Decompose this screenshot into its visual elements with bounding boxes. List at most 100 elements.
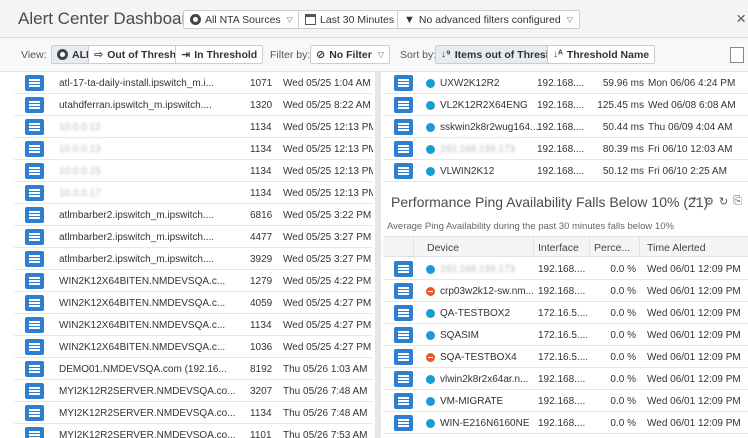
details-icon[interactable] — [394, 75, 413, 91]
details-icon[interactable] — [394, 163, 413, 179]
table-row[interactable]: VLWIN2K12 192.168.... 50.12 ms Fri 06/10 2:… — [383, 160, 748, 182]
table-row[interactable]: WIN2K12X64BITEN.NMDEVSQA.c... 1134 Wed 05/… — [14, 314, 373, 336]
advanced-filters-dropdown[interactable]: ▼ No advanced filters configured ▽ — [397, 10, 580, 29]
table-row[interactable]: SQASIM 172.16.5.... 0.0 % Wed 06/01 12:09 P… — [383, 324, 748, 346]
row-time: Wed 05/25 4:27 PM — [283, 320, 372, 331]
row-device: VL2K12R2X64ENG — [440, 100, 528, 111]
table-row[interactable]: QA-TESTBOX2 172.16.5.... 0.0 % Wed 06/01 12… — [383, 302, 748, 324]
table-row[interactable]: WIN2K12X64BITEN.NMDEVSQA.c... 1279 Wed 05/… — [14, 270, 373, 292]
table-row[interactable]: 10.0.0.15 1134 Wed 05/25 12:13 PM — [14, 160, 373, 182]
row-interface: 172.16.5.... — [538, 308, 589, 319]
details-icon[interactable] — [394, 327, 413, 343]
details-icon[interactable] — [25, 163, 44, 179]
details-icon[interactable] — [394, 283, 413, 299]
refresh-icon[interactable]: ↻ — [719, 195, 728, 208]
details-icon[interactable] — [25, 97, 44, 113]
details-icon[interactable] — [394, 97, 413, 113]
row-value: 0.0 % — [610, 396, 636, 407]
details-icon[interactable] — [25, 251, 44, 267]
details-icon[interactable] — [394, 415, 413, 431]
details-icon[interactable] — [25, 273, 44, 289]
status-up-icon — [426, 167, 435, 176]
table-row[interactable]: atlmbarber2.ipswitch_m.ipswitch.... 4477 W… — [14, 226, 373, 248]
table-row[interactable]: MYI2K12R2SERVER.NMDEVSQA.co... 3207 Thu 05… — [14, 380, 373, 402]
details-icon[interactable] — [25, 295, 44, 311]
row-device: VLWIN2K12 — [440, 166, 495, 177]
row-value: 0.0 % — [610, 264, 636, 275]
details-icon[interactable] — [394, 371, 413, 387]
details-icon[interactable] — [394, 119, 413, 135]
details-icon[interactable] — [25, 185, 44, 201]
row-count: 1134 — [250, 188, 272, 199]
status-up-icon — [426, 375, 435, 384]
row-time: Wed 06/08 6:08 AM — [648, 100, 736, 111]
table-row[interactable]: VM-MIGRATE 192.168.... 0.0 % Wed 06/01 12:0… — [383, 390, 748, 412]
column-device[interactable]: Device — [427, 242, 459, 254]
table-row[interactable]: MYI2K12R2SERVER.NMDEVSQA.co... 1134 Thu 05… — [14, 402, 373, 424]
table-row[interactable]: 10.0.0.17 1134 Wed 05/25 12:13 PM — [14, 182, 373, 204]
details-icon[interactable] — [394, 393, 413, 409]
details-icon[interactable] — [25, 75, 44, 91]
funnel-icon: ▼ — [404, 13, 415, 26]
sources-dropdown[interactable]: All NTA Sources ▽ — [183, 10, 300, 29]
table-row[interactable]: UXW2K12R2 192.168.... 59.96 ms Mon 06/06 4:… — [383, 72, 748, 94]
details-icon[interactable] — [25, 119, 44, 135]
details-icon[interactable] — [394, 141, 413, 157]
table-row[interactable]: WIN2K12X64BITEN.NMDEVSQA.c... 4059 Wed 05/… — [14, 292, 373, 314]
table-row[interactable]: 192.168.199.173 192.168.... 0.0 % Wed 06/01… — [383, 258, 748, 280]
row-value: 50.44 ms — [602, 122, 644, 133]
gear-icon[interactable]: ⚙ — [704, 195, 714, 208]
details-icon[interactable] — [394, 305, 413, 321]
table-row[interactable]: WIN2K12X64BITEN.NMDEVSQA.c... 1036 Wed 05/… — [14, 336, 373, 358]
row-interface: 192.168.... — [537, 144, 585, 155]
filter-dropdown[interactable]: ⊘ No Filter ▽ — [310, 45, 390, 64]
table-row[interactable]: utahdferran.ipswitch_m.ipswitch.... 1320 W… — [14, 94, 373, 116]
table-row[interactable]: atlmbarber2.ipswitch_m.ipswitch.... 6816 W… — [14, 204, 373, 226]
row-interface: 192.168.... — [538, 396, 586, 407]
table-row[interactable]: 192.168.199.173 192.168.... 80.39 ms Fri 06… — [383, 138, 748, 160]
export-icon[interactable] — [730, 47, 744, 63]
details-icon[interactable] — [25, 317, 44, 333]
table-row[interactable]: atl-17-ta-daily-install.ipswitch_m.i... 1… — [14, 72, 373, 94]
details-icon[interactable] — [394, 261, 413, 277]
details-icon[interactable] — [25, 405, 44, 421]
table-row[interactable]: vlwin2k8r2x64ar.n... 192.168.... 0.0 % Wed … — [383, 368, 748, 390]
row-count: 3207 — [250, 386, 273, 397]
table-row[interactable]: WIN-E216N6160NE 192.168.... 0.0 % Wed 06/01… — [383, 412, 748, 434]
row-count: 1134 — [250, 122, 272, 133]
page-title: Alert Center Dashboard — [18, 9, 197, 28]
row-time: Wed 05/25 8:22 AM — [283, 100, 371, 111]
table-row[interactable]: crp03w2k12-sw.nm... 192.168.... 0.0 % Wed 0… — [383, 280, 748, 302]
close-icon[interactable]: × — [736, 9, 746, 29]
row-interface: 192.168.... — [537, 100, 585, 111]
chevron-down-icon: ▽ — [566, 15, 573, 24]
details-icon[interactable] — [25, 207, 44, 223]
collapse-icon[interactable]: ⌃ — [690, 195, 699, 208]
table-row[interactable]: DEMO01.NMDEVSQA.com (192.16... 8192 Thu 05… — [14, 358, 373, 380]
export-icon[interactable]: ⎘ — [733, 195, 742, 208]
table-row[interactable]: 10.0.0.13 1134 Wed 05/25 12:13 PM — [14, 138, 373, 160]
table-row[interactable]: SQA-TESTBOX4 172.16.5.... 0.0 % Wed 06/01 1… — [383, 346, 748, 368]
table-row[interactable]: MYI2K12R2SERVER.NMDEVSQA.co... 1101 Thu 05… — [14, 424, 373, 438]
details-icon[interactable] — [25, 229, 44, 245]
column-percent[interactable]: Perce... — [594, 242, 630, 254]
column-time-alerted[interactable]: Time Alerted — [647, 242, 706, 254]
details-icon[interactable] — [25, 361, 44, 377]
table-row[interactable]: VL2K12R2X64ENG 192.168.... 125.45 ms Wed 06… — [383, 94, 748, 116]
row-time: Wed 06/01 12:09 PM — [647, 374, 741, 385]
table-row[interactable]: atlmbarber2.ipswitch_m.ipswitch.... 3929 W… — [14, 248, 373, 270]
table-row[interactable]: sskwin2k8r2wug164... 192.168.... 50.44 ms T… — [383, 116, 748, 138]
details-icon[interactable] — [25, 141, 44, 157]
panel-splitter[interactable] — [375, 72, 381, 438]
time-range-dropdown[interactable]: Last 30 Minutes ▽ — [298, 10, 414, 29]
in-threshold-button[interactable]: ⇥ In Threshold — [175, 45, 264, 64]
details-icon[interactable] — [394, 349, 413, 365]
table-row[interactable]: 10.0.0.12 1134 Wed 05/25 12:13 PM — [14, 116, 373, 138]
row-time: Wed 06/01 12:09 PM — [647, 418, 741, 429]
details-icon[interactable] — [25, 339, 44, 355]
details-icon[interactable] — [25, 383, 44, 399]
column-interface[interactable]: Interface — [538, 242, 579, 254]
row-time: Wed 05/25 1:04 AM — [283, 78, 371, 89]
sort-threshold-name-button[interactable]: ↓ᴬ Threshold Name — [547, 45, 656, 64]
details-icon[interactable] — [25, 427, 44, 438]
